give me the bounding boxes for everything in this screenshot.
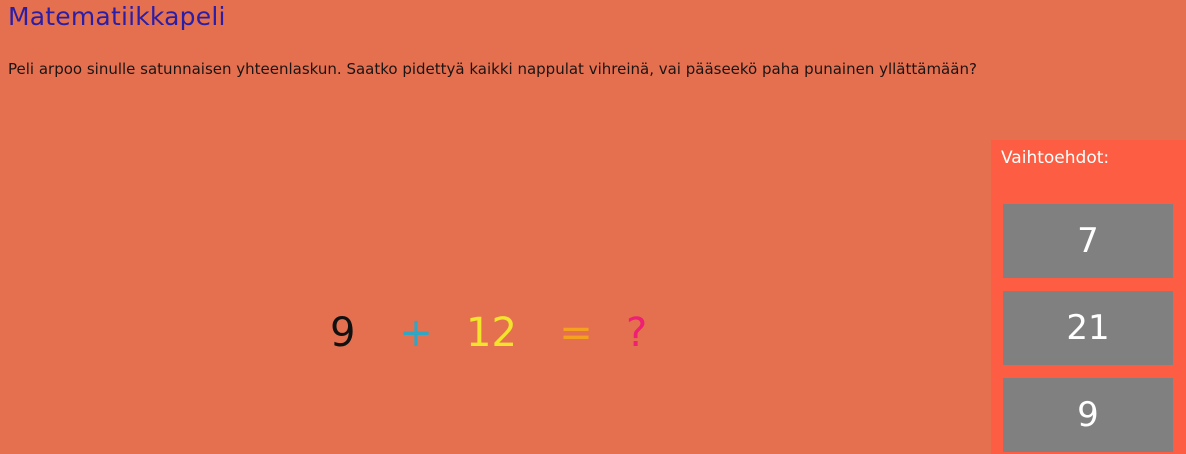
equals-sign: =	[559, 310, 593, 356]
second-number: 12	[466, 310, 517, 356]
option-button-1[interactable]: 7	[1003, 204, 1173, 278]
unknown-result: ?	[626, 310, 648, 356]
option-button-2[interactable]: 21	[1003, 291, 1173, 365]
intro-text: Peli arpoo sinulle satunnaisen yhteenlas…	[8, 60, 977, 78]
option-button-3[interactable]: 9	[1003, 378, 1173, 452]
equation: 9 + 12 = ?	[330, 298, 656, 368]
options-panel: Vaihtoehdot: 7 21 9	[991, 140, 1186, 454]
page-title: Matematiikkapeli	[8, 2, 226, 31]
first-number: 9	[330, 310, 356, 356]
options-heading: Vaihtoehdot:	[1001, 148, 1110, 168]
plus-sign: +	[399, 310, 433, 356]
